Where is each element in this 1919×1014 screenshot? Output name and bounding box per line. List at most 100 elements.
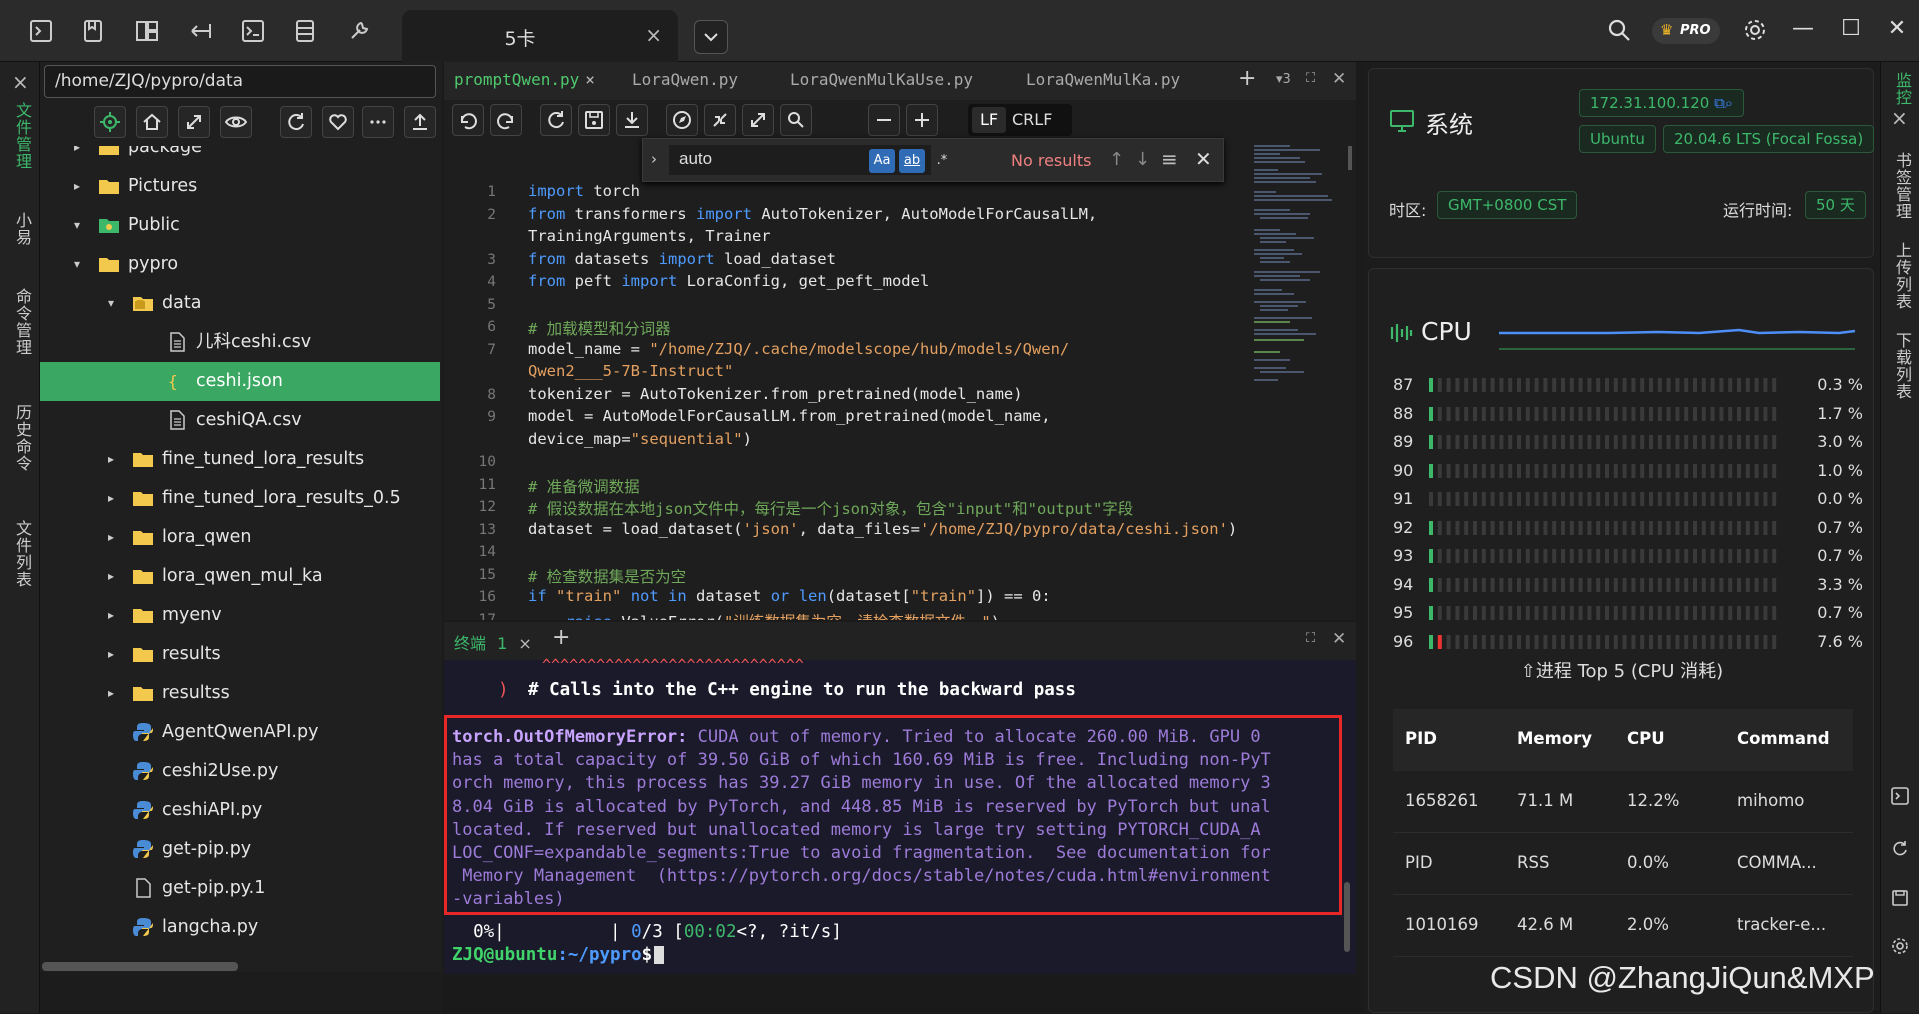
process-row[interactable]: 1010169 42.6 M 2.0% tracker-e...	[1393, 895, 1853, 957]
menu-icon[interactable]: ≡	[1161, 147, 1178, 171]
copy-icon[interactable]: ⧉	[1714, 94, 1725, 112]
code-line[interactable]: # 检查数据集是否为空	[528, 565, 686, 587]
collapse-button[interactable]	[178, 106, 210, 138]
close-icon[interactable]: ×	[1891, 106, 1908, 130]
ip-tag[interactable]: 172.31.100.120 ⧉⌕	[1579, 89, 1745, 117]
code-line[interactable]: import torch	[528, 182, 640, 200]
shell-prompt[interactable]: ZJQ@ubuntu:~/pypro$	[452, 945, 665, 965]
add-tab-icon[interactable]: +	[1238, 66, 1256, 91]
code-line[interactable]: TrainingArguments, Trainer	[528, 227, 771, 245]
tree-row[interactable]: get-pip.py	[40, 830, 440, 869]
chevron-right-icon[interactable]: ▸	[104, 635, 118, 674]
chevron-down-icon[interactable]: ▾	[70, 206, 84, 245]
close-window-button[interactable]: ✕	[1882, 16, 1912, 41]
process-header-command[interactable]: Command	[1737, 729, 1830, 748]
tab-loraqwenmulkause[interactable]: LoraQwenMulKaUse.py	[790, 70, 973, 89]
tree-row[interactable]: ▾ pypro	[40, 245, 440, 284]
tree-row[interactable]: ▸ fine_tuned_lora_results_0.5	[40, 479, 440, 518]
arrow-down-icon[interactable]: ↓	[1135, 149, 1150, 170]
save-icon[interactable]	[1890, 888, 1910, 908]
save-button[interactable]	[578, 104, 610, 136]
search-icon[interactable]: ⌕	[1725, 94, 1733, 112]
rail-item-command-manager[interactable]: 命令管理	[10, 288, 34, 356]
maximize-pane-icon[interactable]: ⛶	[1306, 71, 1315, 86]
tree-row[interactable]: ▾ Public	[40, 206, 440, 245]
undo-button[interactable]	[452, 104, 484, 136]
rail-item-upload-list[interactable]: 上传列表	[1890, 242, 1914, 310]
reload-button[interactable]	[540, 104, 572, 136]
redo-button[interactable]	[490, 104, 522, 136]
code-line[interactable]: dataset = load_dataset('json', data_file…	[528, 520, 1237, 538]
path-input[interactable]: /home/ZJQ/pypro/data	[44, 65, 436, 98]
expand-button[interactable]	[742, 104, 774, 136]
tab-loraqwenmulka[interactable]: LoraQwenMulKa.py	[1026, 70, 1180, 89]
regex-button[interactable]: .*	[929, 149, 955, 173]
rail-item-file-list[interactable]: 文件列表	[10, 520, 34, 588]
rail-item-file-manager[interactable]: 文件管理	[10, 102, 34, 170]
tab-count[interactable]: ▾3	[1276, 72, 1291, 87]
close-icon[interactable]: ✕	[1332, 69, 1346, 89]
chevron-down-icon[interactable]: ▾	[70, 245, 84, 284]
tree-row[interactable]: ▾ data	[40, 284, 440, 323]
chevron-right-icon[interactable]: ▸	[70, 146, 84, 167]
lf-button[interactable]: LF	[972, 107, 1006, 133]
close-icon[interactable]: ×	[12, 70, 29, 94]
code-line[interactable]: # 假设数据在本地json文件中，每行是一个json对象，包含"input"和"…	[528, 497, 1133, 519]
tree-row[interactable]: ▸ lora_qwen	[40, 518, 440, 557]
tree-row[interactable]: ▸ Pictures	[40, 167, 440, 206]
pro-badge[interactable]: ♛ PRO	[1652, 18, 1720, 44]
chevron-down-icon[interactable]: ▾	[104, 284, 118, 323]
code-line[interactable]: model_name = "/home/ZJQ/.cache/modelscop…	[528, 340, 1069, 358]
process-header-cpu[interactable]: CPU	[1627, 729, 1665, 748]
chevron-right-icon[interactable]: ▸	[104, 596, 118, 635]
rail-item-history[interactable]: 历史命令	[10, 404, 34, 472]
tree-row[interactable]: get-pip.py.1	[40, 869, 440, 908]
zoom-out-button[interactable]	[868, 104, 900, 136]
tab-loraqwen[interactable]: LoraQwen.py	[632, 70, 738, 89]
rail-item-download-list[interactable]: 下载列表	[1890, 332, 1914, 400]
terminal-icon[interactable]	[28, 18, 54, 44]
tab-terminal-1[interactable]: 终端 1 ×	[454, 630, 532, 654]
code-line[interactable]: Qwen2___5-7B-Instruct"	[528, 362, 733, 380]
tree-row[interactable]: langcha.py	[40, 908, 440, 947]
download-button[interactable]	[616, 104, 648, 136]
code-line[interactable]: from transformers import AutoTokenizer, …	[528, 205, 1097, 223]
collapse-button[interactable]	[704, 104, 736, 136]
tree-row[interactable]: ceshiQA.csv	[40, 401, 440, 440]
match-case-button[interactable]: Aa	[869, 149, 895, 173]
search-button[interactable]	[780, 104, 812, 136]
close-icon[interactable]: ×	[585, 70, 595, 89]
bookmark-icon[interactable]	[80, 18, 106, 44]
search-icon[interactable]	[1606, 17, 1632, 43]
tree-row[interactable]: ▸ resultss	[40, 674, 440, 713]
code-area[interactable]: 1 import torch 2 from transformers import A…	[444, 182, 1244, 620]
gear-icon[interactable]	[1742, 17, 1768, 43]
gear-icon[interactable]	[1890, 936, 1910, 956]
code-line[interactable]: raise ValueError("训练数据集为空，请检查数据文件。")	[528, 610, 1000, 621]
code-line[interactable]: from peft import LoraConfig, get_peft_mo…	[528, 272, 929, 290]
code-line[interactable]: # 准备微调数据	[528, 475, 640, 497]
horizontal-scrollbar[interactable]	[42, 962, 238, 971]
code-line[interactable]: # 加载模型和分词器	[528, 317, 671, 339]
process-header-memory[interactable]: Memory	[1517, 729, 1592, 748]
eye-button[interactable]	[220, 106, 252, 138]
chevron-right-icon[interactable]: ▸	[104, 479, 118, 518]
terminal-icon[interactable]	[1890, 786, 1910, 806]
locate-button[interactable]	[94, 106, 126, 138]
split-icon[interactable]	[188, 18, 214, 44]
chevron-right-icon[interactable]: ▸	[104, 518, 118, 557]
process-row[interactable]: 1658261 71.1 M 12.2% mihomo	[1393, 771, 1853, 833]
maximize-button[interactable]: ☐	[1836, 16, 1866, 41]
upload-button[interactable]	[404, 106, 436, 138]
tree-row[interactable]: ▸ results	[40, 635, 440, 674]
console-icon[interactable]	[240, 18, 266, 44]
chevron-right-icon[interactable]: ›	[651, 150, 657, 168]
tree-row[interactable]: { } ceshi.json	[40, 362, 440, 401]
chevron-right-icon[interactable]: ▸	[104, 440, 118, 479]
close-icon[interactable]: ✕	[1195, 147, 1212, 171]
tab-promptqwen[interactable]: promptQwen.py ×	[454, 70, 595, 89]
tab-dropdown-button[interactable]	[694, 20, 728, 54]
tree-row[interactable]: ▸ myenv	[40, 596, 440, 635]
session-tab[interactable]: 5卡 ×	[402, 10, 678, 62]
home-button[interactable]	[136, 106, 168, 138]
